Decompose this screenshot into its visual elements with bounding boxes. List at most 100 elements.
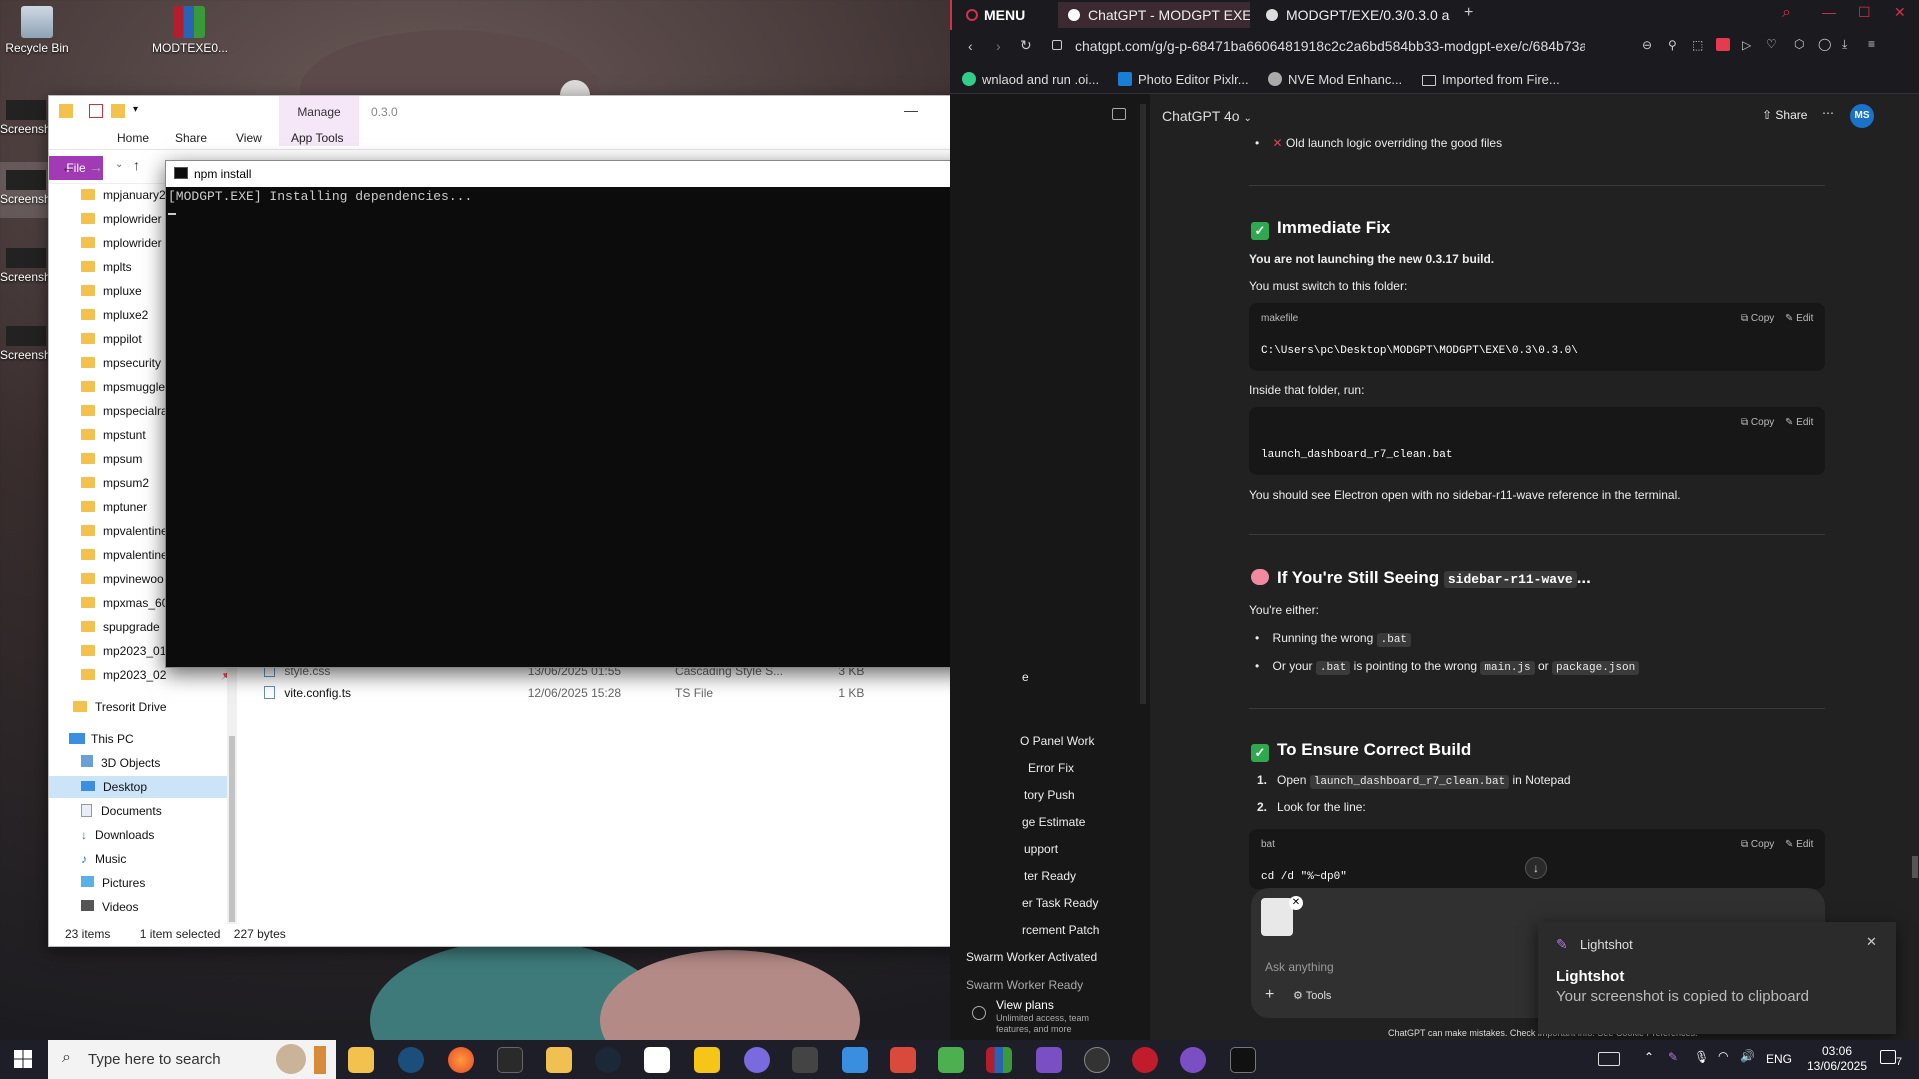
sidebar-this-pc[interactable]: This PC <box>69 728 217 750</box>
sidebar-3d-objects[interactable]: 3D Objects <box>81 752 229 774</box>
firefox-taskbar-icon[interactable] <box>448 1047 474 1073</box>
modtexe-shortcut-icon[interactable]: MODTEXE0... <box>152 6 228 55</box>
message-input[interactable]: Ask anything <box>1265 960 1334 974</box>
conversation-item[interactable]: Swarm Worker Activated <box>966 950 1097 964</box>
close-icon[interactable]: ✕ <box>1866 934 1877 950</box>
sidebar-music[interactable]: ♪ Music <box>81 848 229 870</box>
chevron-up-icon[interactable]: ⌃ <box>1644 1050 1654 1064</box>
properties-icon[interactable] <box>89 104 103 118</box>
conversation-item[interactable]: Error Fix <box>1028 761 1074 775</box>
app-taskbar-icon[interactable] <box>644 1047 670 1073</box>
forward-arrow-icon[interactable]: → <box>89 159 103 175</box>
visual-studio-taskbar-icon[interactable] <box>1036 1047 1062 1073</box>
tab-chatgpt[interactable]: ChatGPT - MODGPT EXE <box>1058 2 1250 28</box>
bookmark-item[interactable]: wnlaod and run .oi... <box>962 72 1099 87</box>
screenshot-desktop-icon[interactable]: Screensh <box>0 240 51 296</box>
minimize-button[interactable]: — <box>901 102 921 118</box>
taskbar-search-box[interactable]: ⌕ Type here to search <box>48 1040 336 1079</box>
new-tab-icon[interactable]: + <box>1464 4 1473 22</box>
edit-button[interactable]: ✎ Edit <box>1785 839 1813 850</box>
sidebar-downloads[interactable]: ↓ Downloads <box>81 824 229 846</box>
main-scrollbar[interactable] <box>1912 856 1918 878</box>
sidebar-tresorit-drive[interactable]: Tresorit Drive <box>73 696 221 718</box>
tab-github[interactable]: MODGPT/EXE/0.3/0.3.0 a <box>1256 2 1456 28</box>
heart-icon[interactable]: ♡ <box>1766 37 1777 51</box>
edit-button[interactable]: ✎ Edit <box>1785 417 1813 428</box>
opera-menu-button[interactable]: MENU <box>964 4 1025 26</box>
bookmark-folder[interactable]: Imported from Fire... <box>1422 72 1560 87</box>
new-folder-icon[interactable] <box>111 104 125 118</box>
url-field[interactable]: chatgpt.com/g/g-p-68471ba6606481918c2c2a… <box>1075 38 1585 54</box>
volume-icon[interactable]: 🔊 <box>1740 1049 1755 1063</box>
app-taskbar-icon[interactable] <box>546 1047 572 1073</box>
copy-button[interactable]: ⧉ Copy <box>1741 313 1774 324</box>
more-options-icon[interactable]: ⋯ <box>1822 106 1834 120</box>
share-button[interactable]: ⇧ Share <box>1762 108 1807 122</box>
conversation-item[interactable]: ter Ready <box>1024 869 1076 883</box>
profile-icon[interactable]: ◯ <box>1818 37 1831 51</box>
file-row[interactable]: vite.config.ts 12/06/2025 15:28 TS File … <box>264 682 864 704</box>
language-indicator[interactable]: ENG <box>1766 1052 1792 1066</box>
close-button[interactable]: ✕ <box>1894 4 1906 21</box>
conversation-item[interactable]: O Panel Work <box>1020 734 1094 748</box>
tab-app-tools[interactable]: App Tools <box>291 131 343 145</box>
up-arrow-icon[interactable]: ↑ <box>133 157 140 173</box>
pocket-icon[interactable] <box>1716 38 1730 51</box>
tab-home[interactable]: Home <box>117 131 149 145</box>
sidebar-videos[interactable]: Videos <box>81 896 229 918</box>
tab-share[interactable]: Share <box>175 131 207 145</box>
wifi-icon[interactable]: ◠ <box>1718 1049 1728 1063</box>
pin-icon[interactable]: ⚲ <box>1668 38 1677 52</box>
screenshot-desktop-icon[interactable]: Screensh <box>0 162 51 218</box>
search-icon[interactable]: ⌕ <box>1782 4 1791 22</box>
back-arrow-icon[interactable]: ← <box>61 159 75 175</box>
forward-arrow-icon[interactable]: › <box>996 38 1001 54</box>
reload-icon[interactable]: ↻ <box>1020 37 1032 54</box>
app-taskbar-icon[interactable] <box>890 1047 916 1073</box>
conversation-item[interactable]: ge Estimate <box>1022 815 1085 829</box>
app-taskbar-icon[interactable] <box>938 1047 964 1073</box>
conversation-item[interactable]: rcement Patch <box>1022 923 1099 937</box>
tab-view[interactable]: View <box>236 131 262 145</box>
opera-taskbar-icon[interactable] <box>1132 1047 1158 1073</box>
easy-setup-icon[interactable]: ≡ <box>1868 37 1875 51</box>
sidebar-scroll-thumb[interactable] <box>229 736 235 922</box>
extensions-icon[interactable]: ⬡ <box>1794 37 1804 51</box>
conversation-item[interactable]: er Task Ready <box>1022 896 1098 910</box>
microphone-icon[interactable]: 🎙 <box>1694 1050 1709 1064</box>
edit-button[interactable]: ✎ Edit <box>1785 313 1813 324</box>
github-desktop-taskbar-icon[interactable] <box>1180 1047 1206 1073</box>
avatar[interactable]: MS <box>1850 104 1874 128</box>
lightshot-tray-icon[interactable]: ✎ <box>1668 1050 1678 1064</box>
back-arrow-icon[interactable]: ‹ <box>968 38 973 54</box>
screenshot-desktop-icon[interactable]: Screensh <box>0 318 51 374</box>
notification-icon[interactable] <box>1880 1050 1896 1064</box>
conversation-item[interactable]: tory Push <box>1024 788 1075 802</box>
bookmark-item[interactable]: NVE Mod Enhanc... <box>1268 72 1402 87</box>
winrar-taskbar-icon[interactable] <box>986 1047 1012 1073</box>
recycle-bin-icon[interactable]: Recycle Bin <box>0 6 74 55</box>
sidebar-toggle-icon[interactable] <box>1112 108 1126 120</box>
app-taskbar-icon[interactable] <box>694 1047 720 1073</box>
bookmark-item[interactable]: Photo Editor Pixlr... <box>1118 72 1249 87</box>
console-taskbar-icon[interactable] <box>1230 1047 1256 1073</box>
send-icon[interactable]: ▷ <box>1742 38 1751 52</box>
sidebar-desktop[interactable]: Desktop <box>49 776 227 798</box>
clock[interactable]: 03:06 13/06/2025 <box>1802 1044 1872 1074</box>
sidebar-pictures[interactable]: Pictures <box>81 872 229 894</box>
sidebar-scrollbar[interactable] <box>1140 104 1146 704</box>
sidebar-documents[interactable]: Documents <box>81 800 229 822</box>
copy-button[interactable]: ⧉ Copy <box>1741 417 1774 428</box>
app-taskbar-icon[interactable] <box>744 1047 770 1073</box>
recent-locations-icon[interactable]: ⌄ <box>115 159 123 170</box>
conversation-item[interactable]: upport <box>1024 842 1058 856</box>
scroll-to-bottom-button[interactable]: ↓ <box>1525 857 1547 879</box>
app-taskbar-icon[interactable] <box>497 1047 523 1073</box>
settings-taskbar-icon[interactable] <box>792 1047 818 1073</box>
app-taskbar-icon[interactable] <box>842 1047 868 1073</box>
tools-button[interactable]: ⚙ Tools <box>1293 989 1331 1002</box>
conversation-item[interactable]: Swarm Worker Ready <box>966 978 1083 992</box>
file-explorer-taskbar-icon[interactable] <box>348 1047 374 1073</box>
remove-attachment-icon[interactable]: ✕ <box>1289 896 1303 910</box>
model-selector[interactable]: ChatGPT 4o ⌄ <box>1162 108 1252 124</box>
